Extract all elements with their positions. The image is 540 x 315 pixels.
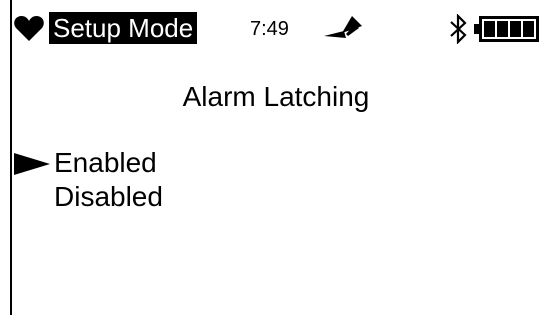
- menu-item-label: Enabled: [54, 147, 157, 178]
- setup-mode-badge: Setup Mode: [49, 12, 198, 44]
- menu-item-enabled[interactable]: Enabled: [12, 146, 540, 180]
- page-title: Alarm Latching: [182, 81, 370, 112]
- menu-item-label: Disabled: [54, 181, 163, 212]
- signal-icon: [324, 16, 362, 38]
- selection-arrow-icon: [14, 153, 50, 175]
- device-screen: Setup Mode 7:49 Alarm Latching Enabled D…: [0, 0, 540, 315]
- menu-item-disabled[interactable]: Disabled: [12, 180, 540, 214]
- clock: 7:49: [250, 18, 289, 40]
- option-menu: Enabled Disabled: [12, 146, 540, 214]
- status-bar: Setup Mode 7:49: [12, 10, 540, 46]
- bluetooth-icon: [450, 14, 467, 44]
- battery-icon: [474, 16, 539, 42]
- heart-icon: [14, 16, 44, 41]
